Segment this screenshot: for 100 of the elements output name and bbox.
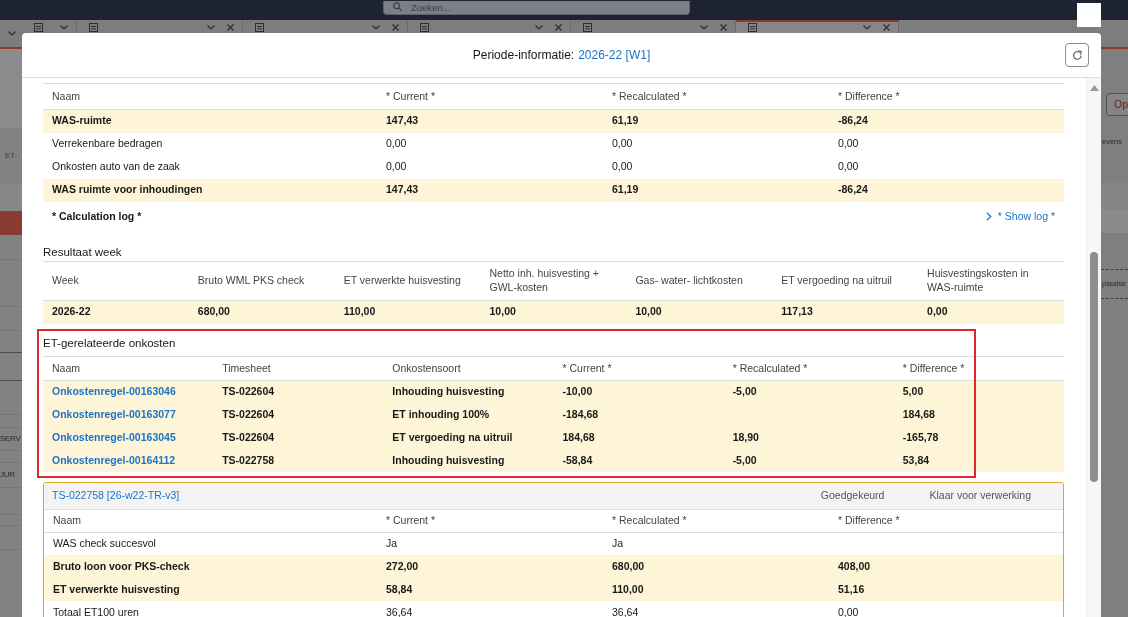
blank-tile[interactable] — [1077, 3, 1101, 27]
table-cell: WAS-ruimte — [43, 109, 377, 133]
table-cell: Totaal ET100 uren — [44, 601, 377, 617]
table-cell: 61,19 — [603, 178, 829, 202]
period-link[interactable]: 2026-22 [W1] — [578, 46, 651, 64]
column-header: Huisvestingskosten in WAS-ruimte — [918, 261, 1064, 300]
table-cell: 61,19 — [603, 109, 829, 133]
table-cell: 0,00 — [918, 300, 1064, 324]
column-header: Onkostensoort — [383, 357, 554, 380]
table-cell: -184,68 — [553, 403, 724, 426]
table-cell: 0,00 — [377, 132, 603, 156]
column-header: Naam — [43, 357, 214, 380]
refresh-button[interactable] — [1065, 43, 1089, 67]
column-header: Naam — [43, 83, 377, 110]
status-label: Goedgekeurd — [820, 488, 885, 504]
table-cell-text: 0,00 — [611, 159, 634, 175]
table-cell-text: 0,00 — [385, 159, 408, 175]
section-heading: Resultaat week — [43, 244, 123, 260]
background-text: JUR — [0, 469, 15, 481]
table-cell: 0,00 — [603, 132, 829, 156]
close-icon[interactable] — [555, 24, 562, 31]
table-cell: 18,90 — [723, 426, 894, 449]
table-cell: 2026-22 — [43, 300, 189, 324]
table-cell: Ja — [603, 532, 829, 555]
table-cell: 408,00 — [829, 555, 1063, 578]
table-cell: 36,64 — [603, 601, 829, 617]
refresh-icon — [1071, 49, 1083, 61]
column-header: * Current * — [377, 510, 603, 532]
close-icon[interactable] — [227, 24, 234, 31]
table-cell: 110,00 — [334, 300, 481, 324]
table-cell: Verrekenbare bedragen — [43, 132, 377, 156]
modal-title: Periode-informatie: — [472, 47, 575, 64]
scrollbar[interactable] — [1086, 78, 1101, 617]
table-cell: 58,84 — [377, 578, 603, 601]
log-label: * Calculation log * — [52, 208, 142, 224]
table-cell: 0,00 — [829, 601, 1063, 617]
table-cell: -5,00 — [723, 380, 894, 403]
table-cell: 184,68 — [553, 426, 724, 449]
table-cell: 147,43 — [377, 178, 603, 202]
column-header: * Current * — [553, 357, 724, 380]
expense-link[interactable]: Onkostenregel-00163045 — [52, 430, 176, 443]
document-icon — [583, 23, 592, 32]
section-heading: ET-gerelateerde onkosten — [43, 334, 1064, 357]
scrollbar-thumb[interactable] — [1090, 252, 1098, 482]
close-icon[interactable] — [720, 24, 727, 31]
caret-icon[interactable] — [60, 25, 68, 30]
table-cell: TS-022758 — [213, 449, 384, 472]
table-cell: Ja — [377, 532, 603, 555]
column-header: Bruto WML PKS check — [188, 261, 335, 300]
show-log-link[interactable]: * Show log * — [985, 208, 1055, 225]
tab[interactable] — [736, 20, 899, 33]
table-cell: -86,24 — [829, 178, 1064, 202]
column-header: Timesheet — [213, 357, 384, 380]
background-text: SERV — [0, 433, 21, 445]
table-cell: 10,00 — [480, 300, 627, 324]
table-cell: WAS ruimte voor inhoudingen — [43, 178, 377, 202]
table-cell: 110,00 — [603, 578, 829, 601]
table-cell: -5,00 — [723, 449, 894, 472]
caret-icon[interactable] — [207, 25, 215, 30]
expense-link[interactable]: Onkostenregel-00163046 — [52, 384, 176, 397]
caret-icon[interactable] — [863, 25, 871, 30]
column-header: Gas- water- lichtkosten — [626, 261, 773, 300]
table-cell: Inhouding huisvesting — [383, 380, 554, 403]
column-header: * Difference * — [893, 357, 1064, 380]
column-header: ET verwerkte huisvesting — [334, 261, 481, 300]
search-field[interactable]: Zoeken... — [383, 1, 690, 15]
table-cell: 5,00 — [893, 380, 1064, 403]
table-cell: 272,00 — [377, 555, 603, 578]
close-icon[interactable] — [392, 24, 399, 31]
column-header: * Recalculated * — [603, 510, 829, 532]
caret-icon[interactable] — [700, 25, 708, 30]
table-cell: -58,84 — [553, 449, 724, 472]
column-header: * Recalculated * — [723, 357, 894, 380]
column-header: * Difference * — [829, 510, 1063, 532]
column-header: * Difference * — [829, 83, 1064, 110]
caret-icon[interactable] — [535, 25, 543, 30]
timesheet-link[interactable]: TS-022758 [26-w22-TR-v3] — [52, 488, 180, 504]
document-icon — [89, 23, 98, 32]
table-cell: 680,00 — [188, 300, 335, 324]
table-cell: Inhouding huisvesting — [383, 449, 554, 472]
table-cell: 117,13 — [772, 300, 919, 324]
caret-icon[interactable] — [8, 31, 16, 36]
expense-link[interactable]: Onkostenregel-00163077 — [52, 407, 176, 420]
caret-icon[interactable] — [372, 25, 380, 30]
table-cell: 36,64 — [377, 601, 603, 617]
column-header: Naam — [44, 510, 377, 532]
expense-link[interactable]: Onkostenregel-00164112 — [52, 453, 176, 466]
table-cell-text: Onkosten auto van de zaak — [51, 159, 181, 175]
background-link[interactable]: ET- — [0, 150, 18, 162]
close-icon[interactable] — [883, 24, 890, 31]
column-header: * Current * — [377, 83, 603, 110]
document-icon — [420, 23, 429, 32]
table-cell: 680,00 — [603, 555, 829, 578]
table-cell: -86,24 — [829, 109, 1064, 133]
background-button[interactable]: Op — [1106, 93, 1128, 116]
search-icon — [393, 2, 402, 11]
scroll-up-arrow-icon[interactable] — [1089, 85, 1099, 91]
table-cell: 10,00 — [626, 300, 773, 324]
document-icon — [748, 23, 757, 32]
table-cell: -10,00 — [553, 380, 724, 403]
